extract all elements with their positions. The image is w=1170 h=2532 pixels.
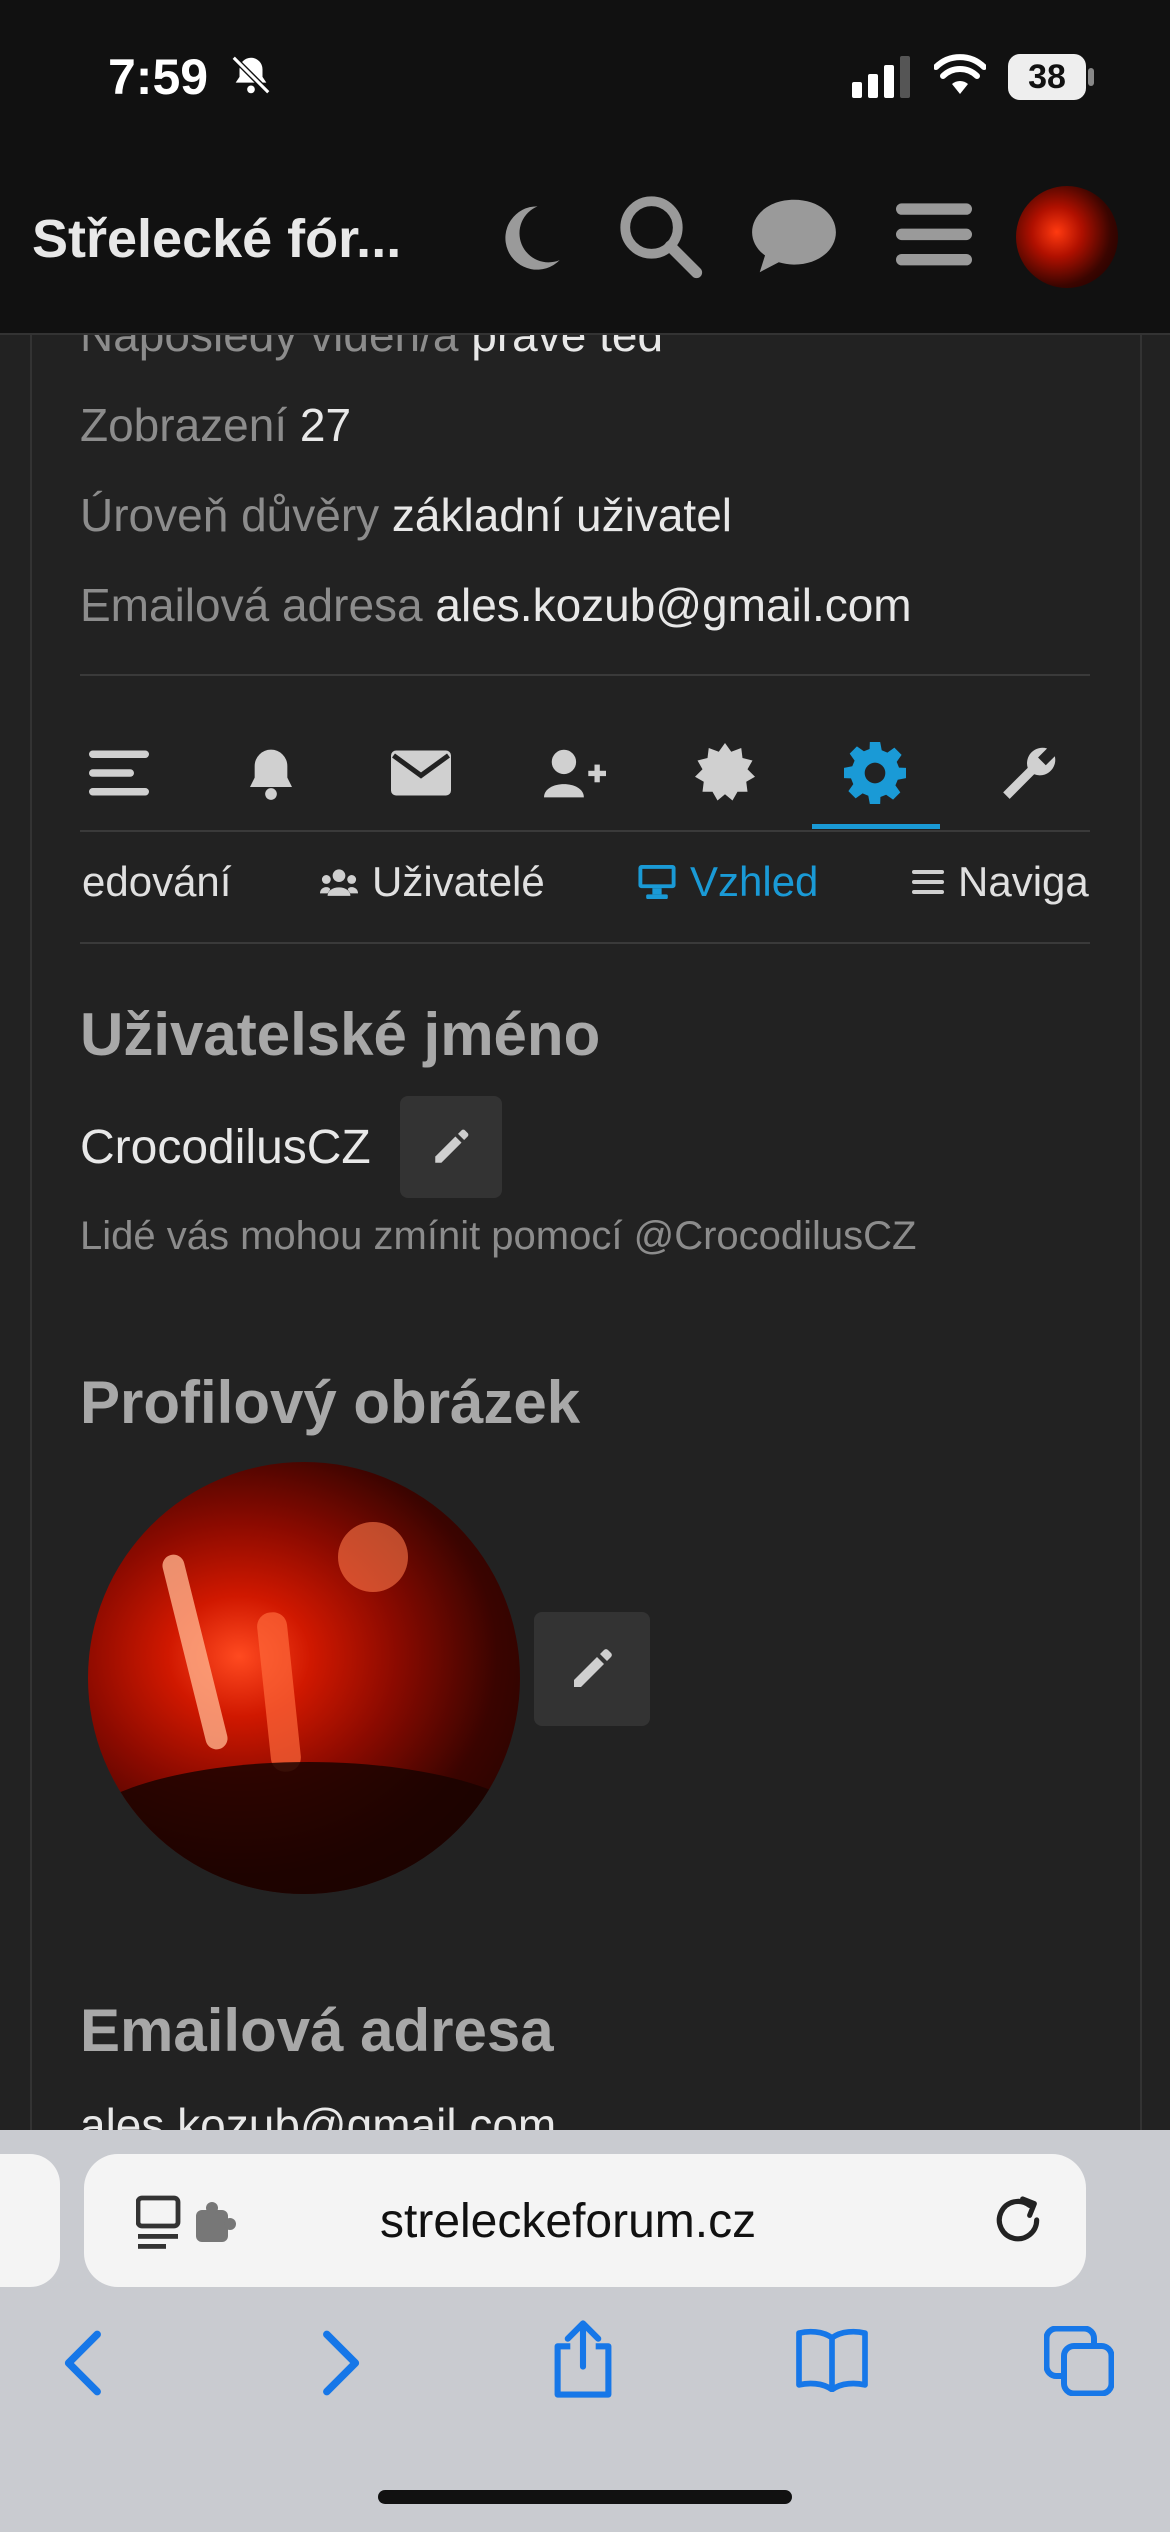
battery-icon: 38 [1008, 54, 1086, 100]
wrench-icon [1003, 747, 1056, 799]
subnav-label: edování [82, 858, 232, 905]
nav-preferences[interactable] [840, 738, 910, 808]
tabs-icon[interactable] [1044, 2326, 1114, 2396]
subnav-item-appearance[interactable]: Vzhled [638, 858, 818, 906]
email-row: Emailová adresa ales.kozub@gmail.com [80, 578, 912, 632]
edit-username-button[interactable] [400, 1096, 502, 1198]
chat-icon[interactable] [748, 196, 840, 276]
search-icon[interactable] [614, 190, 704, 280]
signal-icon [852, 56, 910, 98]
trust-level-row: Úroveň důvěry základní uživatel [80, 488, 732, 542]
status-time: 7:59 [108, 49, 209, 105]
envelope-icon [391, 750, 451, 796]
back-icon[interactable] [62, 2330, 106, 2396]
email-label: Emailová adresa [80, 579, 423, 631]
nav-messages[interactable] [386, 738, 456, 808]
moon-icon[interactable] [490, 196, 566, 280]
trust-level-value: základní uživatel [391, 489, 733, 541]
divider [80, 942, 1090, 944]
user-plus-icon [544, 749, 606, 798]
monitor-icon [638, 865, 676, 899]
views-value: 27 [299, 399, 352, 451]
home-indicator [378, 2490, 792, 2504]
wifi-icon [934, 54, 986, 94]
divider [80, 674, 1090, 676]
battery-level: 38 [1028, 57, 1066, 96]
bell-icon [250, 749, 292, 800]
site-title-overlay[interactable]: Střelecké fór... [32, 208, 401, 270]
username-value: CrocodilusCZ [80, 1121, 371, 1174]
subnav-item-navigation[interactable]: Naviga [912, 852, 1090, 922]
badge-icon [695, 743, 755, 801]
nav-badges[interactable] [690, 738, 760, 808]
subnav-item-users[interactable]: Uživatelé [320, 858, 545, 906]
battery-tip [1088, 68, 1094, 86]
views-row: Zobrazení 27 [80, 398, 351, 452]
trust-level-label: Úroveň důvěry [80, 489, 380, 541]
subnav-label: Naviga [958, 858, 1089, 905]
share-icon[interactable] [550, 2318, 616, 2400]
active-tab-indicator [812, 824, 940, 829]
subnav-label: Vzhled [690, 858, 819, 905]
reload-icon[interactable] [990, 2192, 1046, 2248]
reader-extensions-icon[interactable] [136, 2194, 248, 2250]
pencil-icon [435, 1129, 469, 1163]
subnav-label: Uživatelé [372, 858, 545, 905]
list-icon [912, 870, 944, 894]
nav-notifications[interactable] [236, 738, 306, 808]
subnav-item-tracking[interactable]: edování [82, 858, 231, 906]
views-label: Zobrazení [80, 399, 288, 451]
username-heading: Uživatelské jméno [80, 1001, 601, 1068]
bookmarks-icon[interactable] [794, 2326, 870, 2392]
email-heading: Emailová adresa [80, 1997, 554, 2064]
list-icon [89, 750, 149, 796]
url-text: streleckeforum.cz [380, 2195, 757, 2248]
bell-muted-icon [231, 55, 271, 95]
users-icon [320, 869, 358, 896]
edit-profile-picture-button[interactable] [534, 1612, 650, 1726]
nav-admin[interactable] [994, 738, 1064, 808]
nav-invites[interactable] [540, 738, 610, 808]
profile-picture [88, 1462, 520, 1894]
forward-icon[interactable] [318, 2330, 362, 2396]
menu-icon[interactable] [896, 200, 972, 270]
email-value: ales.kozub@gmail.com [435, 579, 912, 631]
profile-picture-heading: Profilový obrázek [80, 1369, 581, 1436]
nav-activity[interactable] [84, 738, 154, 808]
gear-icon [844, 742, 906, 804]
divider [80, 830, 1090, 832]
username-hint: Lidé vás mohou zmínit pomocí @Crocodilus… [80, 1214, 917, 1258]
previous-tab-pill[interactable] [0, 2154, 60, 2287]
pencil-icon [574, 1649, 612, 1687]
user-avatar[interactable] [1016, 186, 1118, 288]
